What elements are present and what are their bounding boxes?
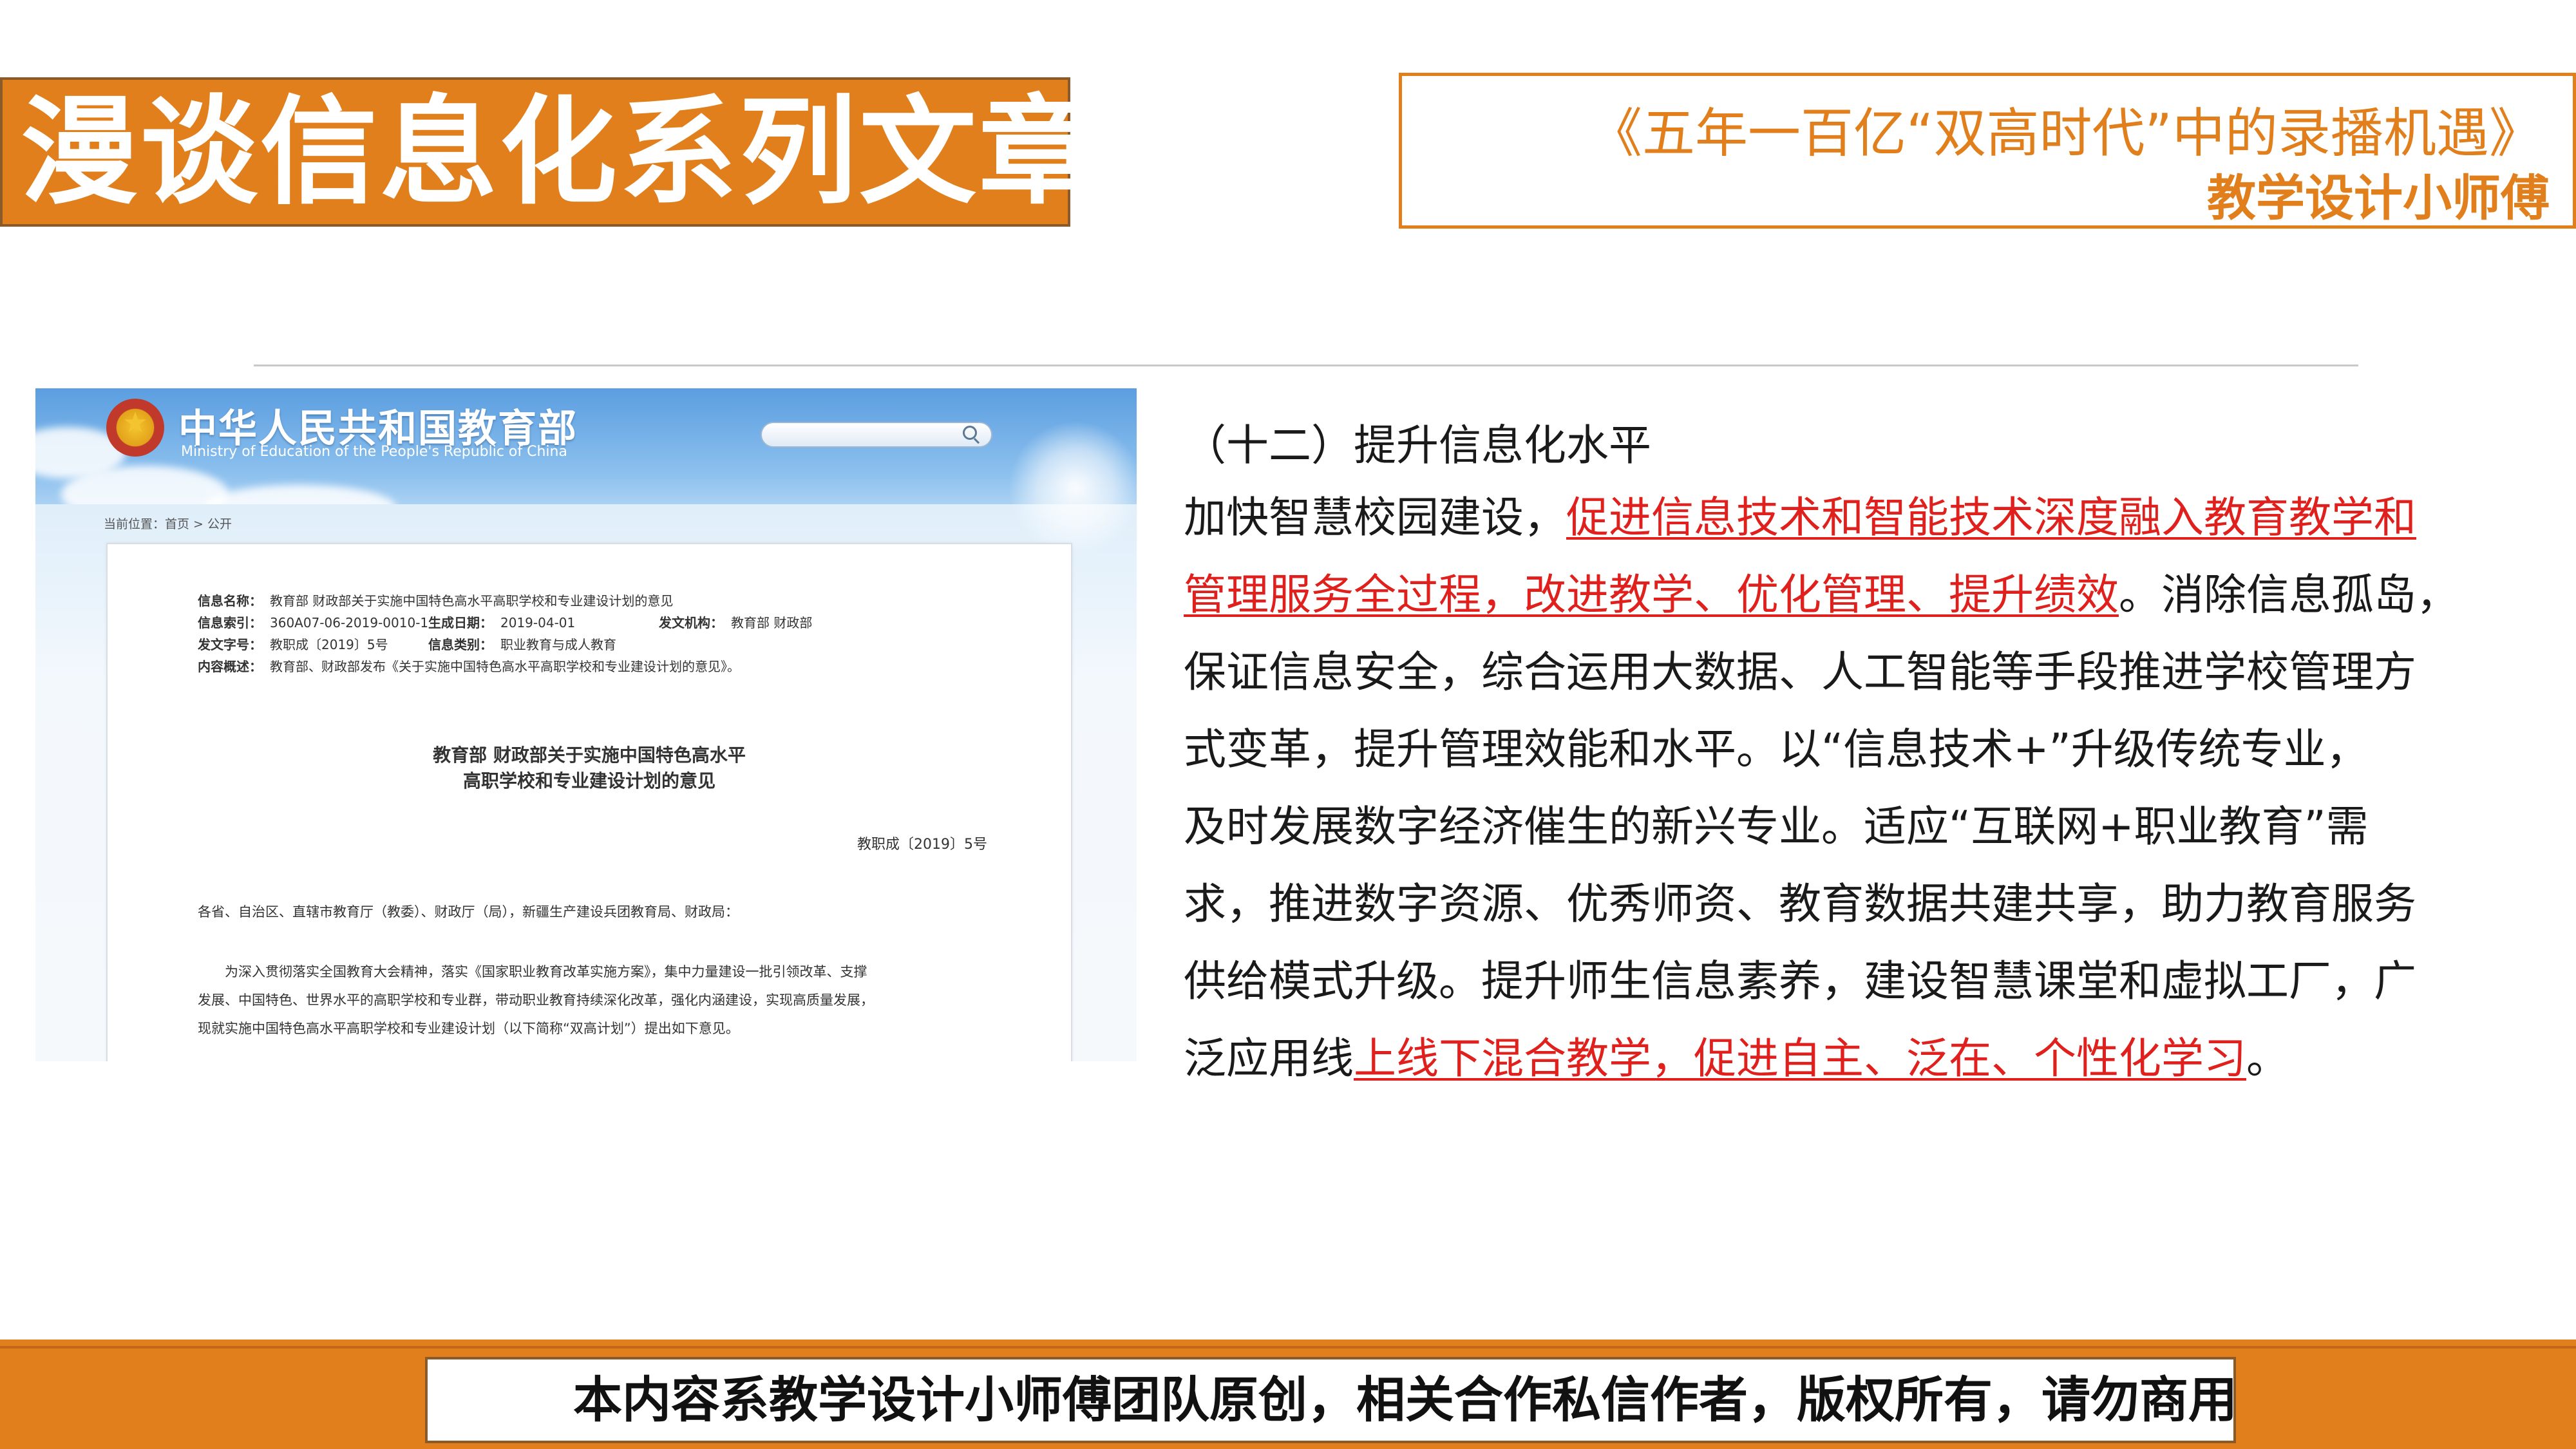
meta-label: 内容概述： [198,659,262,674]
dandelion-decoration [1008,421,1137,556]
meta-summary: 内容概述： 教育部、财政部发布《关于实施中国特色高水平高职学校和专业建设计划的意见… [198,656,740,675]
article-author: 教学设计小师傅 [2207,169,2550,227]
text-line: 保证信息安全，综合运用大数据、人工智能等手段推进学校管理方 [1184,647,2416,697]
meta-doc-no: 发文字号： 教职成〔2019〕5号 [198,634,388,653]
meta-label: 发文字号： [198,637,262,652]
highlighted-text: 上线下混合教学，促进自主、泛在、个性化学习 [1354,1034,2246,1083]
text-line: 加快智慧校园建设，促进信息技术和智能技术深度融入教育教学和 [1184,479,2472,556]
meta-value: 2019-04-01 [500,615,576,630]
text-line: 求，推进数字资源、优秀师资、教育数据共建共享，助力教育服务 [1184,879,2416,929]
meta-value: 教育部 财政部 [731,615,813,630]
document-title-line-2: 高职学校和专业建设计划的意见 [462,770,715,791]
meta-value: 教育部、财政部发布《关于实施中国特色高水平高职学校和专业建设计划的意见》。 [270,659,740,674]
text-line: 泛应用线上线下混合教学，促进自主、泛在、个性化学习。 [1184,1020,2472,1097]
text-line: 管理服务全过程，改进教学、优化管理、提升绩效。消除信息孤岛， [1184,556,2472,634]
meta-label: 信息索引： [198,615,262,630]
text-segment: 加快智慧校园建设， [1184,493,1566,542]
text-line: 供给模式升级。提升师生信息素养，建设智慧课堂和虚拟工厂，广 [1184,956,2416,1006]
text-segment: 。消除信息孤岛， [2119,570,2459,620]
meta-label: 信息类别： [428,637,493,652]
site-search-input[interactable] [761,422,992,448]
document-paragraph-line: 为深入贯彻落实全国教育大会精神，落实《国家职业教育改革实施方案》，集中力量建设一… [225,964,867,980]
meta-info-name: 信息名称： 教育部 财政部关于实施中国特色高水平高职学校和专业建设计划的意见 [198,591,673,609]
text-line: 式变革，提升管理效能和水平。以“信息技术+”升级传统专业， [1184,724,2369,774]
document-paragraph-line: 现就实施中国特色高水平高职学校和专业建设计划（以下简称“双高计划”）提出如下意见… [198,1021,739,1036]
article-title: 《五年一百亿“双高时代”中的录播机遇》 [1589,103,2542,164]
policy-excerpt: （十二）提升信息化水平 加快智慧校园建设，促进信息技术和智能技术深度融入教育教学… [1184,412,2472,1097]
document-title-line-1: 教育部 财政部关于实施中国特色高水平 [433,744,746,766]
text-segment: 。 [2246,1034,2289,1083]
highlighted-text: 促进信息技术和智能技术深度融入教育教学和 [1566,493,2416,542]
ministry-name-en: Ministry of Education of the People's Re… [181,444,567,460]
copyright-box: 本内容系教学设计小师傅团队原创，相关合作私信作者，版权所有，请勿商用 [425,1357,2237,1443]
meta-category: 信息类别： 职业教育与成人教育 [428,634,616,653]
highlighted-text: 管理服务全过程，改进教学、优化管理、提升绩效 [1184,570,2119,620]
meta-value: 教育部 财政部关于实施中国特色高水平高职学校和专业建设计划的意见 [270,593,674,609]
article-info-box: 《五年一百亿“双高时代”中的录播机遇》 教学设计小师傅 [1399,73,2576,229]
document-number: 教职成〔2019〕5号 [857,837,987,853]
meta-info-index: 信息索引： 360A07-06-2019-0010-1 [198,612,428,631]
document-panel: 信息名称： 教育部 财政部关于实施中国特色高水平高职学校和专业建设计划的意见 信息… [106,543,1072,1061]
meta-value: 职业教育与成人教育 [500,637,616,652]
meta-label: 生成日期： [428,615,493,630]
meta-value: 360A07-06-2019-0010-1 [270,615,429,630]
text-segment: 泛应用线 [1184,1034,1354,1083]
meta-label: 发文机构： [659,615,723,630]
document-paragraph-line: 发展、中国特色、世界水平的高职学校和专业群，带动职业教育持续深化改革，强化内涵建… [198,992,874,1008]
national-emblem-icon [106,399,164,457]
copyright-notice: 本内容系教学设计小师傅团队原创，相关合作私信作者，版权所有，请勿商用 [573,1371,2237,1428]
meta-value: 教职成〔2019〕5号 [270,637,388,652]
section-heading: （十二）提升信息化水平 [1184,421,1651,470]
search-icon[interactable] [963,426,977,440]
footer-stripe [0,1346,2576,1349]
document-recipients: 各省、自治区、直辖市教育厅（教委）、财政厅（局），新疆生产建设兵团教育局、财政局… [198,904,739,920]
divider [254,365,2358,366]
meta-date: 生成日期： 2019-04-01 [428,612,575,631]
ministry-page-screenshot: 中华人民共和国教育部 Ministry of Education of the … [35,388,1137,1061]
series-title-box: 漫谈信息化系列文章 [0,77,1096,227]
breadcrumb: 当前位置：首页 > 公开 [104,517,232,531]
series-title: 漫谈信息化系列文章 [21,84,1099,220]
text-line: 及时发展数字经济催生的新兴专业。适应“互联网+职业教育”需 [1184,802,2369,851]
meta-issuer: 发文机构： 教育部 财政部 [659,612,812,631]
meta-label: 信息名称： [198,593,262,609]
